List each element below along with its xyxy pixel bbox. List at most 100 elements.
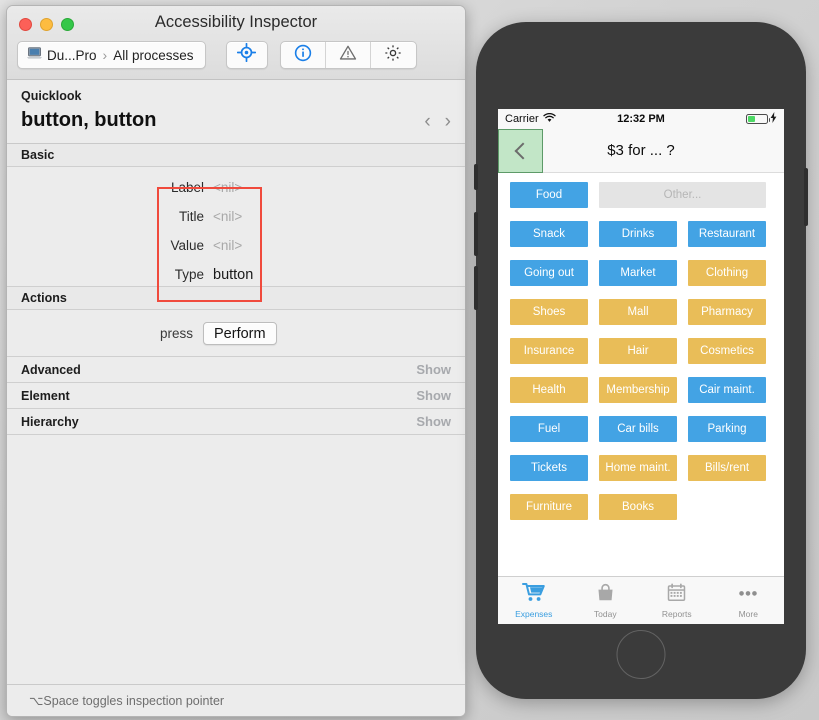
tab-settings[interactable]: [371, 42, 416, 68]
chevron-left-icon[interactable]: ‹: [424, 112, 430, 131]
category-row: Tickets Home maint. Bills/rent: [498, 455, 784, 481]
info-circle-icon: [294, 44, 312, 67]
section-hierarchy[interactable]: Hierarchy Show: [7, 409, 465, 435]
breadcrumb[interactable]: Du...Pro › All processes: [17, 41, 206, 69]
quicklook-title: button, button: [21, 109, 157, 131]
category-button-car-bills[interactable]: Car bills: [599, 416, 677, 442]
ellipsis-icon: [736, 583, 760, 607]
breadcrumb-separator: ›: [102, 47, 108, 63]
back-button[interactable]: [498, 129, 543, 173]
iphone-simulator: Carrier 12:32 PM $3 for ... ? Food Other…: [474, 22, 808, 699]
app-tab-bar: Expenses Today Reports More: [498, 576, 784, 624]
tab-more-label: More: [738, 608, 758, 619]
category-button-health[interactable]: Health: [510, 377, 588, 403]
tab-more[interactable]: More: [713, 583, 785, 619]
inspection-pointer-button[interactable]: [225, 41, 268, 69]
category-row: Insurance Hair Cosmetics: [498, 338, 784, 364]
category-button-drinks[interactable]: Drinks: [599, 221, 677, 247]
accessibility-inspector-window: Accessibility Inspector Du...Pro › All p…: [6, 5, 466, 717]
basic-section-body: Label <nil> Title <nil> Value <nil> Type…: [7, 167, 465, 302]
category-button-fuel[interactable]: Fuel: [510, 416, 588, 442]
tab-expenses[interactable]: Expenses: [498, 582, 570, 619]
inspector-empty-area: [7, 435, 465, 684]
bag-icon: [596, 583, 615, 607]
field-type-value: button: [213, 267, 254, 283]
tab-reports[interactable]: Reports: [641, 582, 713, 619]
tab-reports-label: Reports: [661, 608, 692, 619]
category-button-restaurant[interactable]: Restaurant: [688, 221, 766, 247]
category-row: Health Membership Cair maint.: [498, 377, 784, 403]
breadcrumb-device: Du...Pro: [47, 47, 97, 63]
category-row: Furniture Books: [498, 494, 784, 520]
ios-status-bar: Carrier 12:32 PM: [498, 109, 784, 129]
category-button-shoes[interactable]: Shoes: [510, 299, 588, 325]
category-button-going-out[interactable]: Going out: [510, 260, 588, 286]
section-advanced[interactable]: Advanced Show: [7, 357, 465, 383]
laptop-icon: [27, 46, 42, 64]
category-row: Snack Drinks Restaurant: [498, 221, 784, 247]
section-element[interactable]: Element Show: [7, 383, 465, 409]
gear-icon: [384, 44, 402, 67]
field-type-key: Type: [174, 267, 204, 282]
category-button-tickets[interactable]: Tickets: [510, 455, 588, 481]
tab-basic-info[interactable]: [281, 42, 326, 68]
category-button-cair-maint[interactable]: Cair maint.: [688, 377, 766, 403]
section-advanced-show[interactable]: Show: [416, 362, 451, 377]
actions-section-title: Actions: [21, 291, 67, 305]
inspector-toolbar: Du...Pro › All processes: [7, 39, 465, 71]
app-navigation-bar: $3 for ... ?: [498, 129, 784, 173]
category-row: Going out Market Clothing: [498, 260, 784, 286]
field-title: Title <nil>: [157, 209, 253, 238]
field-value: Value <nil>: [157, 238, 253, 267]
home-button[interactable]: [616, 630, 666, 679]
volume-up-button[interactable]: [474, 212, 478, 256]
category-button-cosmetics[interactable]: Cosmetics: [688, 338, 766, 364]
quicklook-nav: ‹ ›: [424, 112, 451, 131]
category-button-other[interactable]: Other...: [599, 182, 766, 208]
crosshair-target-icon: [236, 42, 257, 67]
perform-button[interactable]: Perform: [203, 322, 277, 345]
calendar-icon: [667, 582, 686, 607]
category-row: Shoes Mall Pharmacy: [498, 299, 784, 325]
section-hierarchy-show[interactable]: Show: [416, 414, 451, 429]
category-button-mall[interactable]: Mall: [599, 299, 677, 325]
action-name: press: [159, 326, 193, 341]
volume-down-button[interactable]: [474, 266, 478, 310]
silent-switch[interactable]: [474, 164, 478, 190]
shopping-cart-icon: [521, 582, 546, 607]
field-label-value: <nil>: [213, 180, 243, 195]
basic-section-header: Basic: [7, 144, 465, 167]
category-button-pharmacy[interactable]: Pharmacy: [688, 299, 766, 325]
category-button-market[interactable]: Market: [599, 260, 677, 286]
warning-triangle-icon: [339, 44, 357, 67]
category-button-parking[interactable]: Parking: [688, 416, 766, 442]
category-button-home-maint[interactable]: Home maint.: [599, 455, 677, 481]
section-advanced-label: Advanced: [21, 362, 81, 377]
category-button-snack[interactable]: Snack: [510, 221, 588, 247]
field-label-key: Label: [170, 180, 204, 195]
quicklook-section: Quicklook button, button ‹ ›: [7, 80, 465, 144]
simulator-screen: Carrier 12:32 PM $3 for ... ? Food Other…: [498, 109, 784, 624]
battery-icon: [746, 114, 770, 124]
section-element-show[interactable]: Show: [416, 388, 451, 403]
status-bar-text: ⌥Space toggles inspection pointer: [29, 694, 225, 708]
chevron-right-icon[interactable]: ›: [445, 112, 451, 131]
field-title-value: <nil>: [213, 209, 243, 224]
tab-audit-warnings[interactable]: [326, 42, 371, 68]
category-button-bills-rent[interactable]: Bills/rent: [688, 455, 766, 481]
category-button-food[interactable]: Food: [510, 182, 588, 208]
category-button-hair[interactable]: Hair: [599, 338, 677, 364]
screenshot-root: Accessibility Inspector Du...Pro › All p…: [0, 0, 819, 720]
category-button-insurance[interactable]: Insurance: [510, 338, 588, 364]
category-button-membership[interactable]: Membership: [599, 377, 677, 403]
tab-today[interactable]: Today: [570, 583, 642, 619]
quicklook-label: Quicklook: [21, 89, 82, 103]
actions-section-body: press Perform: [7, 310, 465, 357]
category-button-books[interactable]: Books: [599, 494, 677, 520]
category-row: Fuel Car bills Parking: [498, 416, 784, 442]
basic-section-title: Basic: [21, 148, 55, 162]
power-button[interactable]: [804, 168, 808, 226]
category-button-furniture[interactable]: Furniture: [510, 494, 588, 520]
window-title: Accessibility Inspector: [154, 13, 318, 31]
category-button-clothing[interactable]: Clothing: [688, 260, 766, 286]
